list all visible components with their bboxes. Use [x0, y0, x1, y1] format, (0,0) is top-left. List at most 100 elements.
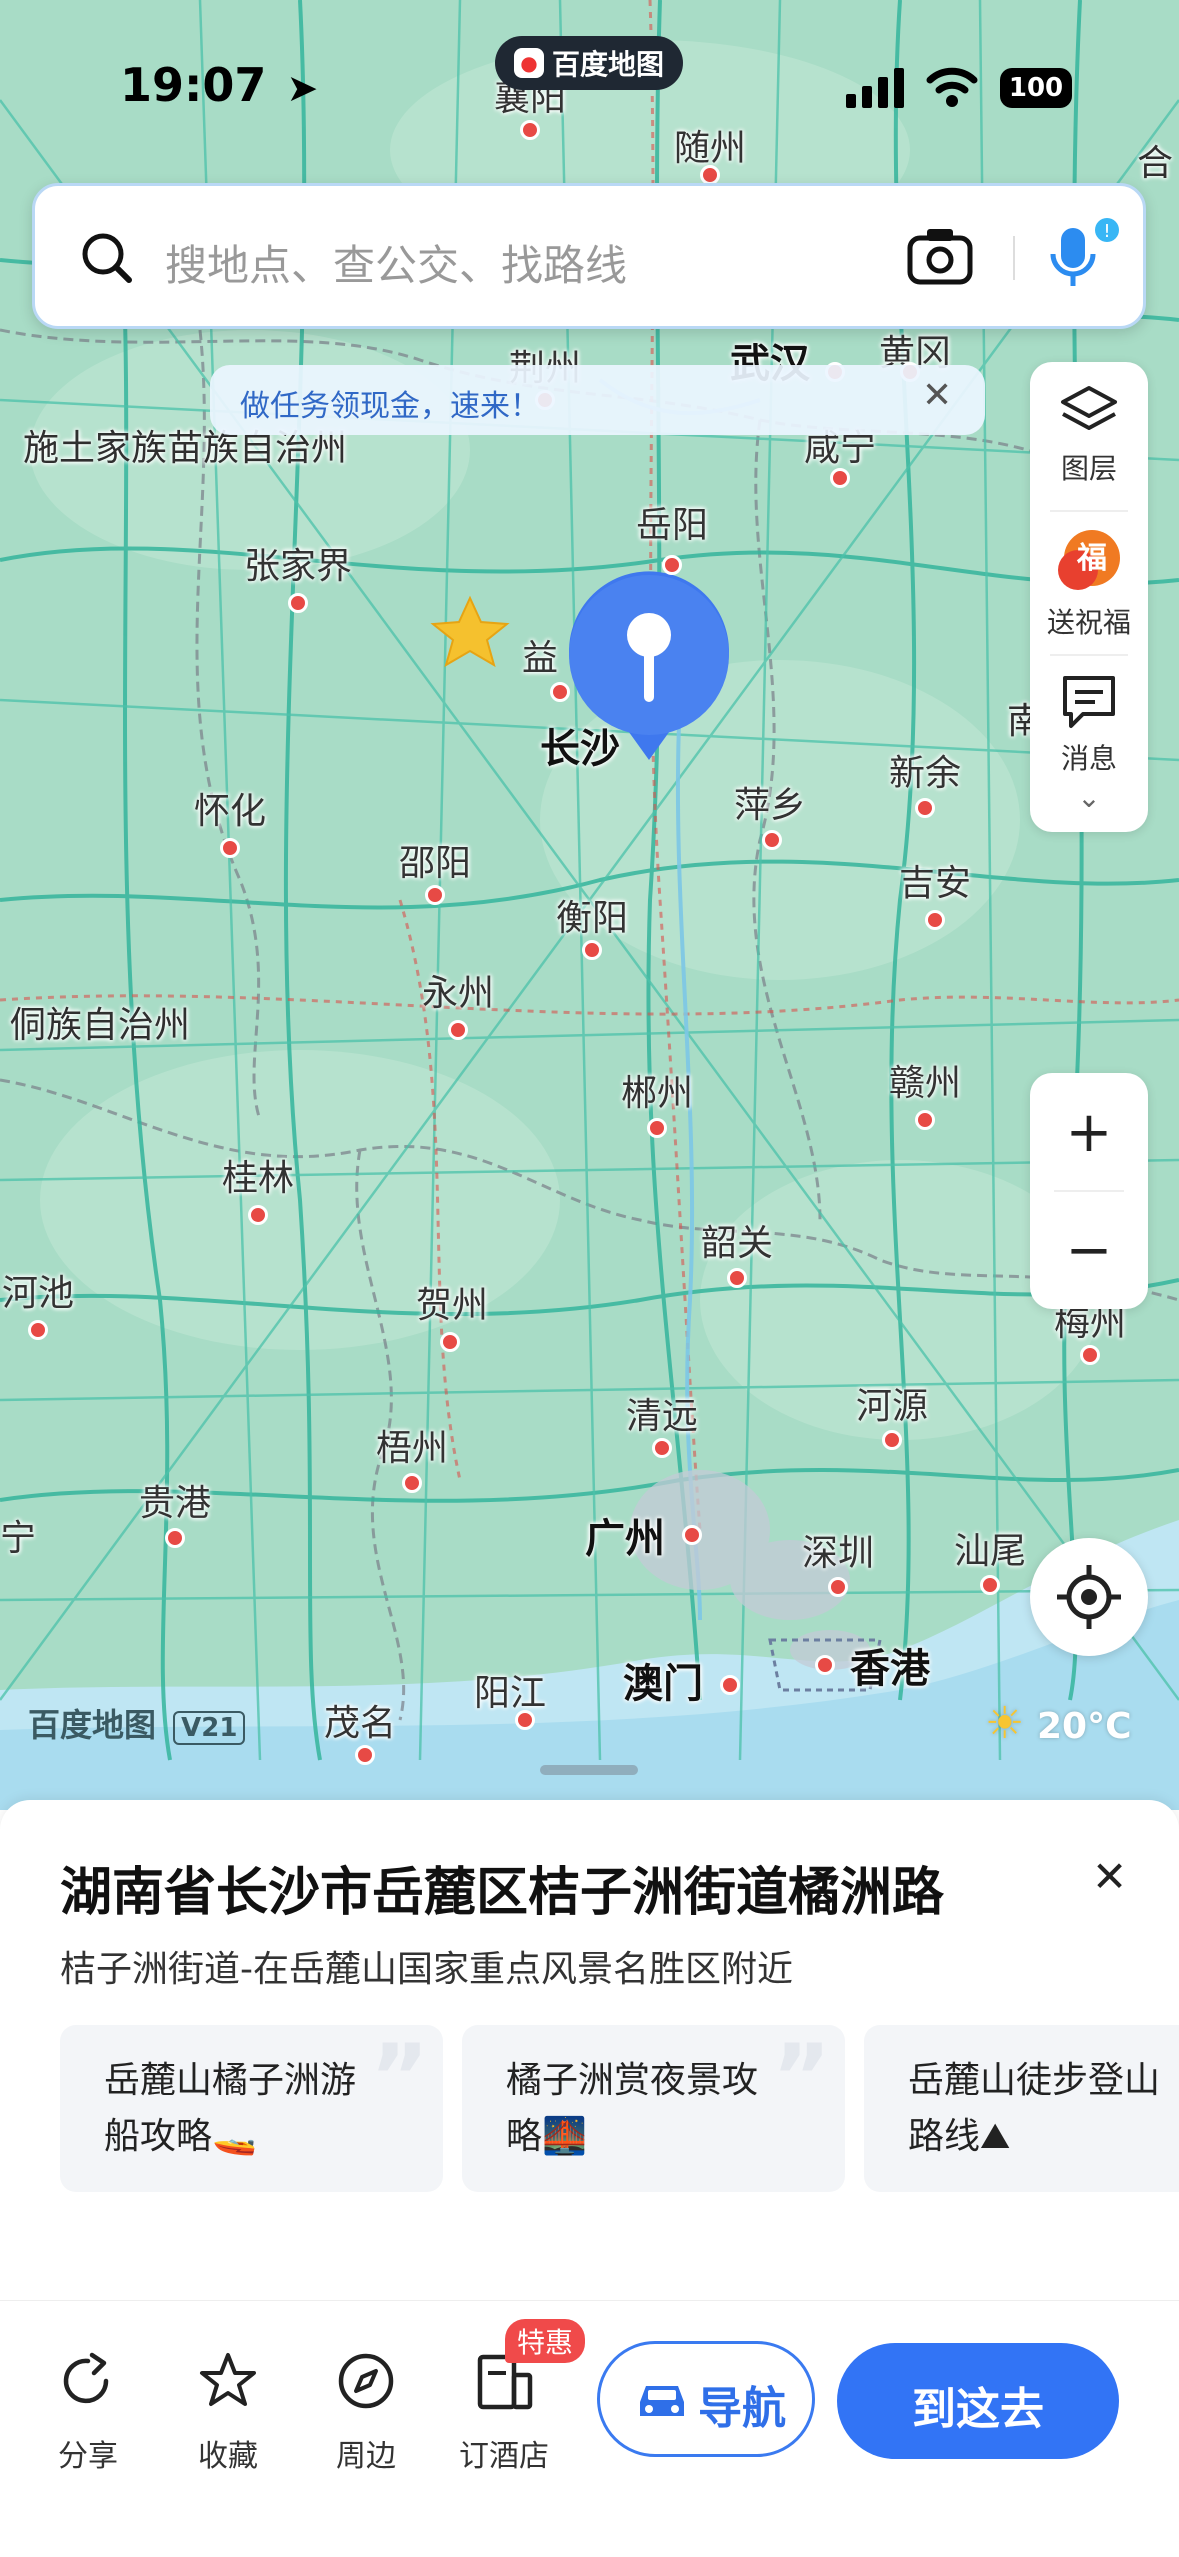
app-indicator-pill[interactable]: ● 百度地图 [495, 36, 683, 90]
city-label[interactable]: 香港 [850, 1636, 930, 1694]
city-label[interactable]: 邵阳 [399, 834, 471, 886]
sheet-drag-handle[interactable] [540, 1765, 638, 1775]
search-placeholder[interactable]: 搜地点、查公交、找路线 [165, 232, 627, 293]
city-dot [220, 838, 240, 858]
layers-icon [1061, 386, 1117, 430]
layers-label: 图层 [1060, 452, 1117, 485]
zoom-out-button[interactable]: − [1030, 1191, 1148, 1309]
city-label[interactable]: 侗族自治州 [10, 996, 190, 1048]
navigate-label: 导航 [698, 2383, 786, 2434]
time-text: 19:07 [120, 58, 267, 112]
message-label: 消息 [1060, 742, 1117, 775]
search-bar[interactable]: 搜地点、查公交、找路线 ! [32, 183, 1146, 329]
bless-button[interactable]: 福 送祝福 [1030, 524, 1148, 641]
city-label[interactable]: 萍乡 [734, 776, 806, 828]
panel-divider [1050, 654, 1128, 656]
city-label[interactable]: 长沙 [540, 716, 620, 774]
city-label[interactable]: 岳阳 [636, 496, 708, 548]
city-label[interactable]: 贵港 [139, 1474, 211, 1526]
search-icon [82, 233, 132, 283]
night-bridge-icon: 🌉 [542, 2116, 587, 2157]
layers-button[interactable]: 图层 [1030, 384, 1148, 487]
city-dot [288, 593, 308, 613]
city-label[interactable]: 澳门 [623, 1651, 703, 1709]
city-label[interactable]: 怀化 [194, 782, 266, 834]
sun-icon: ☀ [985, 1698, 1025, 1749]
city-label[interactable]: 汕尾 [954, 1522, 1026, 1574]
city-dot [647, 1118, 667, 1138]
message-icon [1063, 676, 1115, 728]
chevron-down-icon[interactable]: ⌄ [1030, 781, 1148, 814]
city-dot [828, 1577, 848, 1597]
car-icon [640, 2386, 684, 2416]
banner-text: 做任务领现金，速来！ [240, 389, 540, 424]
city-label[interactable]: 河池 [2, 1264, 74, 1316]
city-label[interactable]: 河源 [856, 1377, 928, 1429]
city-label[interactable]: 宁 [0, 1509, 36, 1561]
wifi-icon [926, 67, 978, 107]
city-dot [882, 1430, 902, 1450]
city-label[interactable]: 桂林 [222, 1149, 294, 1201]
city-label[interactable]: 深圳 [802, 1524, 874, 1576]
city-label[interactable]: 新余 [889, 744, 961, 796]
city-label[interactable]: 赣州 [889, 1054, 961, 1106]
city-dot [830, 468, 850, 488]
city-dot [165, 1528, 185, 1548]
guide-card[interactable]: 橘子洲赏夜景攻 略🌉 ” [462, 2025, 845, 2192]
city-label[interactable]: 梧州 [376, 1419, 448, 1471]
city-dot [815, 1655, 835, 1675]
card-title-line2: 船攻略 [104, 2116, 213, 2157]
city-label[interactable]: 清远 [626, 1387, 698, 1439]
city-label[interactable]: 茂名 [324, 1694, 396, 1746]
close-sheet-icon[interactable]: ✕ [1092, 1852, 1127, 1901]
city-dot [402, 1473, 422, 1493]
place-subtitle: 桔子洲街道-在岳麓山国家重点风景名胜区附近 [60, 1949, 793, 1990]
go-here-button[interactable]: 到这去 [837, 2343, 1119, 2459]
city-label[interactable]: 衡阳 [556, 889, 628, 941]
guide-card[interactable]: 岳麓山橘子洲游 船攻略🚤 ” [60, 2025, 443, 2192]
city-dot [682, 1525, 702, 1545]
city-dot [700, 165, 720, 185]
city-label[interactable]: 永州 [422, 964, 494, 1016]
hotel-label: 订酒店 [459, 2439, 549, 2474]
city-label[interactable]: 贺州 [416, 1276, 488, 1328]
zoom-in-button[interactable]: + [1030, 1073, 1148, 1191]
city-dot [515, 1710, 535, 1730]
city-dot [915, 798, 935, 818]
close-icon[interactable]: ✕ [922, 375, 952, 416]
camera-icon[interactable] [907, 226, 973, 286]
locate-me-button[interactable] [1030, 1538, 1148, 1656]
city-dot [925, 910, 945, 930]
status-time: 19:07 ➤ [120, 58, 318, 112]
temperature: 20°C [1037, 1706, 1132, 1747]
city-label[interactable]: 广州 [585, 1506, 665, 1564]
battery-level: 100 [1008, 73, 1064, 103]
city-dot [28, 1320, 48, 1340]
weather-widget[interactable]: ☀ 20°C [985, 1698, 1132, 1749]
panel-divider [1050, 510, 1128, 512]
place-address: 湖南省长沙市岳麓区桔子洲街道橘洲路 [60, 1863, 945, 1923]
favorite-label: 收藏 [198, 2439, 258, 2474]
city-label[interactable]: 张家界 [244, 537, 352, 589]
baidu-map-app-icon: ● [513, 48, 544, 78]
task-banner[interactable]: 做任务领现金，速来！ ✕ [210, 365, 985, 435]
fu-character-icon: 福 [1058, 530, 1120, 590]
svg-text:!: ! [1103, 221, 1110, 242]
city-label[interactable]: 韶关 [701, 1214, 773, 1266]
city-label[interactable]: 阳江 [474, 1664, 546, 1716]
mountain-icon: ⛰ [980, 2116, 1011, 2157]
microphone-icon[interactable]: ! [1045, 214, 1125, 304]
city-label[interactable]: 吉安 [899, 854, 971, 906]
go-here-label: 到这去 [912, 2384, 1044, 2435]
hotel-deal-badge: 特惠 [505, 2319, 586, 2363]
city-dot [720, 1675, 740, 1695]
city-dot [915, 1110, 935, 1130]
messages-button[interactable]: 消息 ⌄ [1030, 672, 1148, 814]
navigate-button[interactable]: 导航 [597, 2341, 815, 2457]
city-label[interactable]: 郴州 [621, 1064, 693, 1116]
city-label[interactable]: 益 [522, 629, 558, 681]
star-icon [200, 2353, 256, 2406]
battery-indicator: 100 [1000, 68, 1072, 108]
guide-card[interactable]: 岳麓山徒步登山 路线⛰ [864, 2025, 1179, 2192]
city-dot [425, 885, 445, 905]
